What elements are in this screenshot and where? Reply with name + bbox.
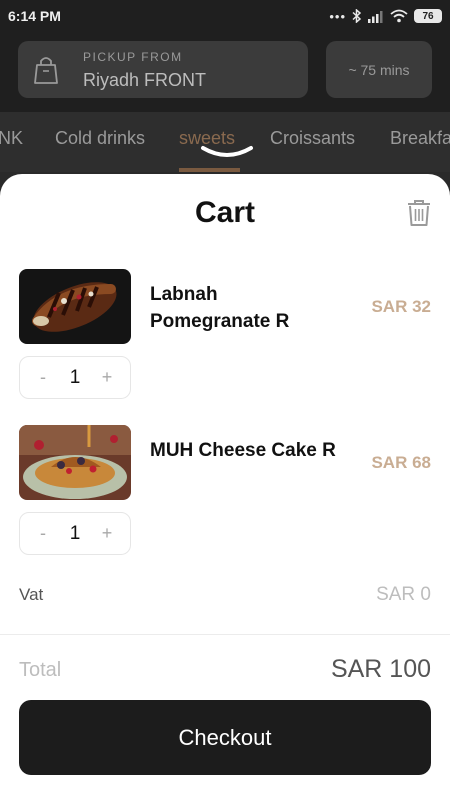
product-image-cheesecake — [19, 425, 131, 500]
cart-title: Cart — [194, 196, 255, 229]
checkout-button[interactable]: Checkout — [19, 700, 431, 775]
category-tabs: NK Cold drinks sweets Croissants Breakfa — [0, 112, 450, 172]
increase-button[interactable]: + — [100, 367, 114, 388]
shopping-bag-icon — [34, 57, 58, 84]
chevron-down-icon[interactable] — [199, 144, 255, 162]
bluetooth-icon — [352, 9, 362, 23]
total-label: Total — [19, 659, 62, 681]
decrease-button[interactable]: - — [36, 367, 50, 388]
status-bar: 6:14 PM ••• 76 — [0, 0, 450, 32]
item-price: SAR 68 — [371, 453, 431, 472]
pickup-value: Riyadh FRONT — [83, 70, 207, 90]
cart-item: MUH Cheese Cake R SAR 68 - 1 + — [0, 425, 450, 565]
active-tab-indicator — [179, 168, 240, 172]
increase-button[interactable]: + — [100, 523, 114, 544]
quantity-value: 1 — [69, 522, 81, 544]
tab-cold-drinks[interactable]: Cold drinks — [55, 128, 145, 149]
time-estimate[interactable]: ~ 75 mins — [326, 41, 432, 98]
tab-breakfast[interactable]: Breakfa — [390, 128, 450, 149]
pickup-label: PICKUP FROM — [83, 50, 183, 64]
trash-icon[interactable] — [406, 199, 432, 227]
vat-label: Vat — [19, 585, 44, 604]
status-time: 6:14 PM — [8, 8, 61, 24]
tab-croissants[interactable]: Croissants — [270, 128, 355, 149]
divider — [0, 634, 450, 635]
item-price: SAR 32 — [371, 297, 431, 316]
decrease-button[interactable]: - — [36, 523, 50, 544]
quantity-value: 1 — [69, 366, 81, 388]
wifi-icon — [390, 9, 408, 23]
battery-icon: 76 — [414, 9, 442, 23]
item-name: Labnah Pomegranate R — [150, 284, 290, 332]
signal-icon — [368, 10, 383, 23]
tab-nk[interactable]: NK — [0, 128, 23, 149]
cart-sheet: Cart Labnah Pomegranate R SAR 32 - 1 + M… — [0, 174, 450, 800]
quantity-stepper: - 1 + — [19, 512, 131, 555]
vat-value: SAR 0 — [376, 584, 431, 605]
quantity-stepper: - 1 + — [19, 356, 131, 399]
total-value: SAR 100 — [330, 655, 431, 683]
status-icons: ••• 76 — [329, 7, 442, 25]
cart-item: Labnah Pomegranate R SAR 32 - 1 + — [0, 269, 450, 409]
product-image-croissant — [19, 269, 131, 344]
more-dots-icon: ••• — [329, 8, 346, 24]
header: PICKUP FROM Riyadh FRONT ~ 75 mins — [0, 32, 450, 112]
item-name: MUH Cheese Cake R — [150, 440, 336, 461]
pickup-location-selector[interactable]: PICKUP FROM Riyadh FRONT — [18, 41, 308, 98]
